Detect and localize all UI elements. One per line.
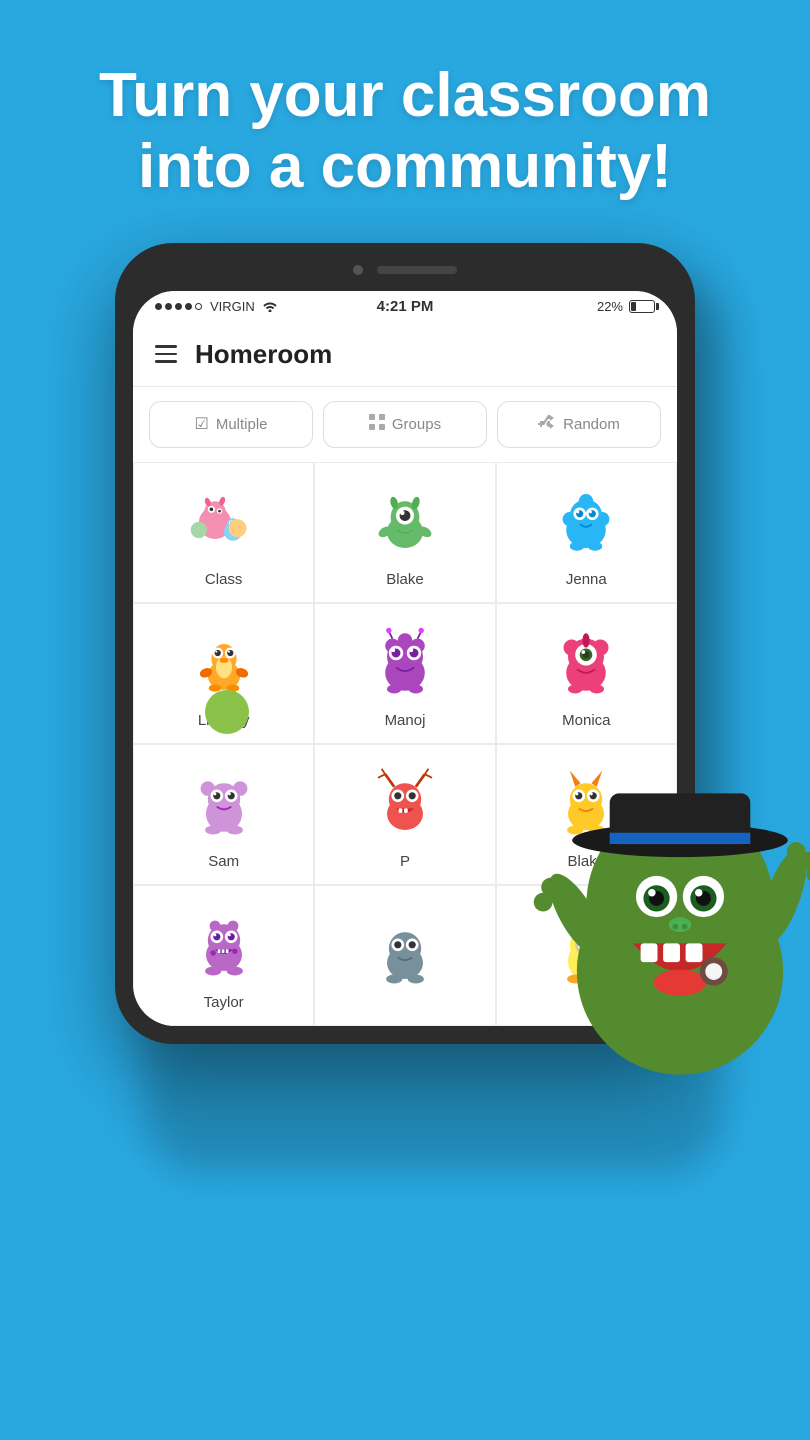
student-card-jenna[interactable]: Jenna — [497, 463, 676, 602]
multiple-icon: ☑ — [194, 414, 208, 434]
avatar-p — [365, 763, 445, 843]
multiple-label: Multiple — [216, 416, 268, 433]
hamburger-line-2 — [155, 353, 177, 356]
random-icon — [538, 415, 556, 434]
phone-top-bar — [133, 261, 677, 283]
signal-dot-5 — [195, 303, 202, 310]
student-name-jenna: Jenna — [566, 571, 607, 588]
student-card-taylor[interactable]: Taylor — [134, 886, 313, 1025]
wifi-icon — [262, 299, 278, 315]
app-title: Homeroom — [195, 339, 332, 370]
student-name-p: P — [400, 853, 410, 870]
status-left: VIRGIN — [155, 299, 278, 315]
avatar-sam — [184, 763, 264, 843]
groups-button[interactable]: Groups — [323, 401, 487, 448]
student-card-sam[interactable]: Sam — [134, 745, 313, 884]
phone-frame: VIRGIN 4:21 PM 22% — [115, 243, 695, 1044]
student-card-extra1[interactable] — [315, 886, 494, 1025]
avatar-class — [184, 481, 264, 561]
student-name-manoj: Manoj — [385, 712, 426, 729]
floating-circle — [205, 690, 249, 734]
avatar-blake2 — [546, 763, 626, 843]
student-card-p[interactable]: P — [315, 745, 494, 884]
battery-fill — [631, 302, 636, 311]
groups-icon — [369, 414, 385, 435]
signal-dot-4 — [185, 303, 192, 310]
status-right: 22% — [597, 299, 655, 314]
hamburger-line-3 — [155, 360, 177, 363]
hamburger-line-1 — [155, 345, 177, 348]
student-card-monica[interactable]: Monica — [497, 604, 676, 743]
hero-title: Turn your classroom into a community! — [40, 60, 770, 203]
signal-dot-3 — [175, 303, 182, 310]
student-name-blake1: Blake — [386, 571, 424, 588]
phone-screen: VIRGIN 4:21 PM 22% — [133, 291, 677, 1026]
student-name-blake2: Blake — [568, 853, 606, 870]
student-card-blake2[interactable]: Blake — [497, 745, 676, 884]
battery-icon — [629, 300, 655, 313]
app-header: Homeroom — [133, 323, 677, 387]
status-time: 4:21 PM — [377, 298, 434, 315]
random-label: Random — [563, 416, 620, 433]
student-card-extra2[interactable] — [497, 886, 676, 1025]
student-card-class[interactable]: Class — [134, 463, 313, 602]
signal-dot-2 — [165, 303, 172, 310]
student-name-taylor: Taylor — [204, 994, 244, 1011]
avatar-manoj — [365, 622, 445, 702]
students-grid: Class — [133, 462, 677, 1026]
student-card-blake1[interactable]: Blake — [315, 463, 494, 602]
groups-label: Groups — [392, 416, 441, 433]
random-button[interactable]: Random — [497, 401, 661, 448]
hamburger-menu[interactable] — [155, 345, 177, 363]
student-name-monica: Monica — [562, 712, 610, 729]
signal-dot-1 — [155, 303, 162, 310]
avatar-taylor — [184, 904, 264, 984]
signal-strength — [155, 303, 202, 310]
carrier-label: VIRGIN — [210, 299, 255, 314]
status-bar: VIRGIN 4:21 PM 22% — [133, 291, 677, 323]
front-camera — [353, 265, 363, 275]
avatar-blake1 — [365, 481, 445, 561]
avatar-monica — [546, 622, 626, 702]
student-name-class: Class — [205, 571, 243, 588]
student-name-sam: Sam — [208, 853, 239, 870]
avatar-extra1 — [365, 912, 445, 992]
multiple-button[interactable]: ☑ Multiple — [149, 401, 313, 448]
action-buttons-row: ☑ Multiple Groups — [133, 387, 677, 462]
avatar-extra2 — [546, 912, 626, 992]
earpiece — [377, 266, 457, 274]
phone-mockup: VIRGIN 4:21 PM 22% — [0, 243, 810, 1044]
hero-section: Turn your classroom into a community! — [0, 0, 810, 233]
student-card-manoj[interactable]: Manoj — [315, 604, 494, 743]
battery-percent: 22% — [597, 299, 623, 314]
avatar-jenna — [546, 481, 626, 561]
